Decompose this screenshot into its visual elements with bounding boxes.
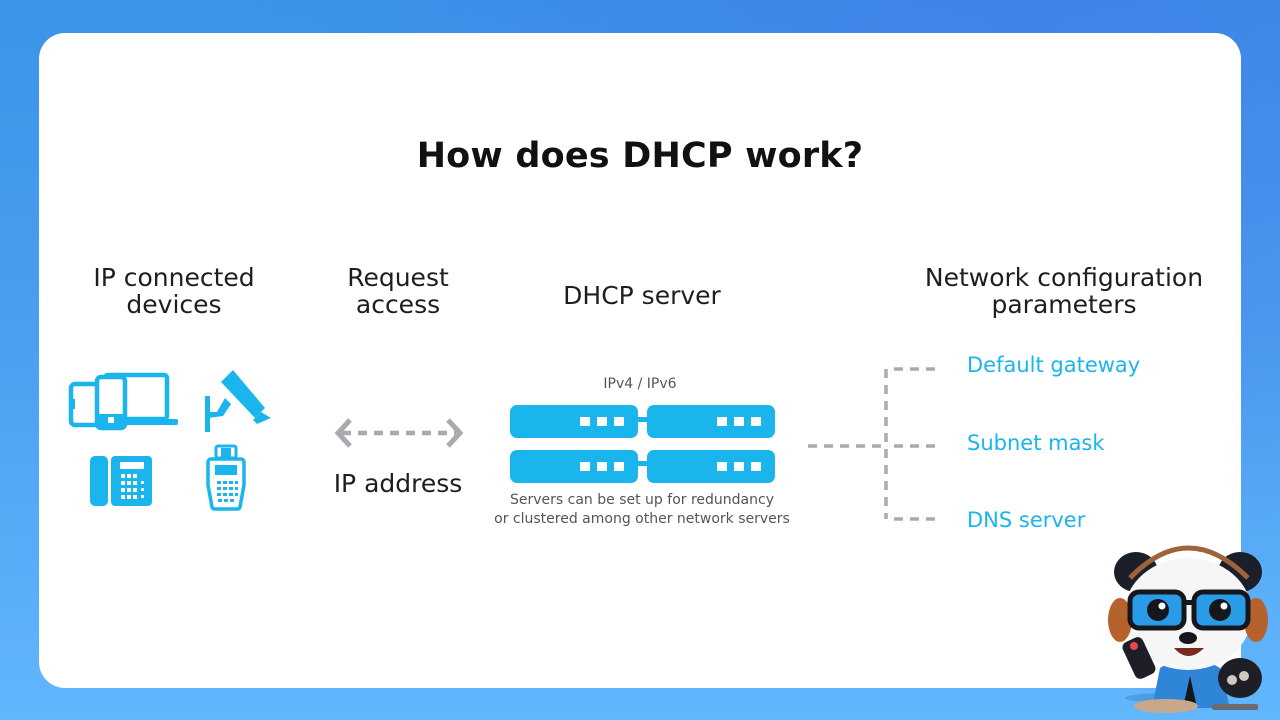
params-heading-line1: Network configuration — [924, 263, 1204, 292]
slide-title: How does DHCP work? — [416, 136, 864, 176]
server-caption-line2: or clustered among other network servers — [494, 511, 790, 527]
devices-heading-line1: IP connected — [93, 263, 255, 292]
devices-heading: IP connected devices — [74, 264, 274, 318]
ip-version-label: IPv4 / IPv6 — [603, 376, 677, 392]
param-subnet-mask: Subnet mask — [967, 431, 1105, 455]
server-unit — [647, 450, 775, 483]
server-heading: DHCP server — [563, 281, 721, 310]
devices-heading-line2: devices — [126, 290, 222, 319]
request-heading-line1: Request — [347, 263, 449, 292]
server-caption-line1: Servers can be set up for redundancy — [510, 492, 774, 508]
security-camera-icon — [205, 370, 271, 432]
server-caption: Servers can be set up for redundancy or … — [472, 491, 812, 529]
handheld-terminal-icon — [206, 444, 246, 511]
ip-address-label: IP address — [333, 469, 463, 498]
bidirectional-dashed-arrow-icon — [334, 418, 464, 448]
devices-laptop-phone-tablet-icon — [68, 372, 178, 431]
panda-mascot-with-headphones-icon — [1108, 545, 1268, 713]
request-heading-line2: access — [355, 290, 441, 319]
server-cluster-icon — [510, 405, 775, 483]
server-unit — [647, 405, 775, 438]
server-unit — [510, 405, 638, 438]
desk-phone-icon — [90, 456, 152, 506]
params-heading: Network configuration parameters — [904, 264, 1224, 318]
params-heading-line2: parameters — [991, 290, 1137, 319]
param-dns-server: DNS server — [967, 508, 1086, 532]
param-default-gateway: Default gateway — [967, 353, 1141, 377]
request-heading: Request access — [318, 264, 478, 318]
server-unit — [510, 450, 638, 483]
parameter-connector-lines — [808, 367, 940, 521]
